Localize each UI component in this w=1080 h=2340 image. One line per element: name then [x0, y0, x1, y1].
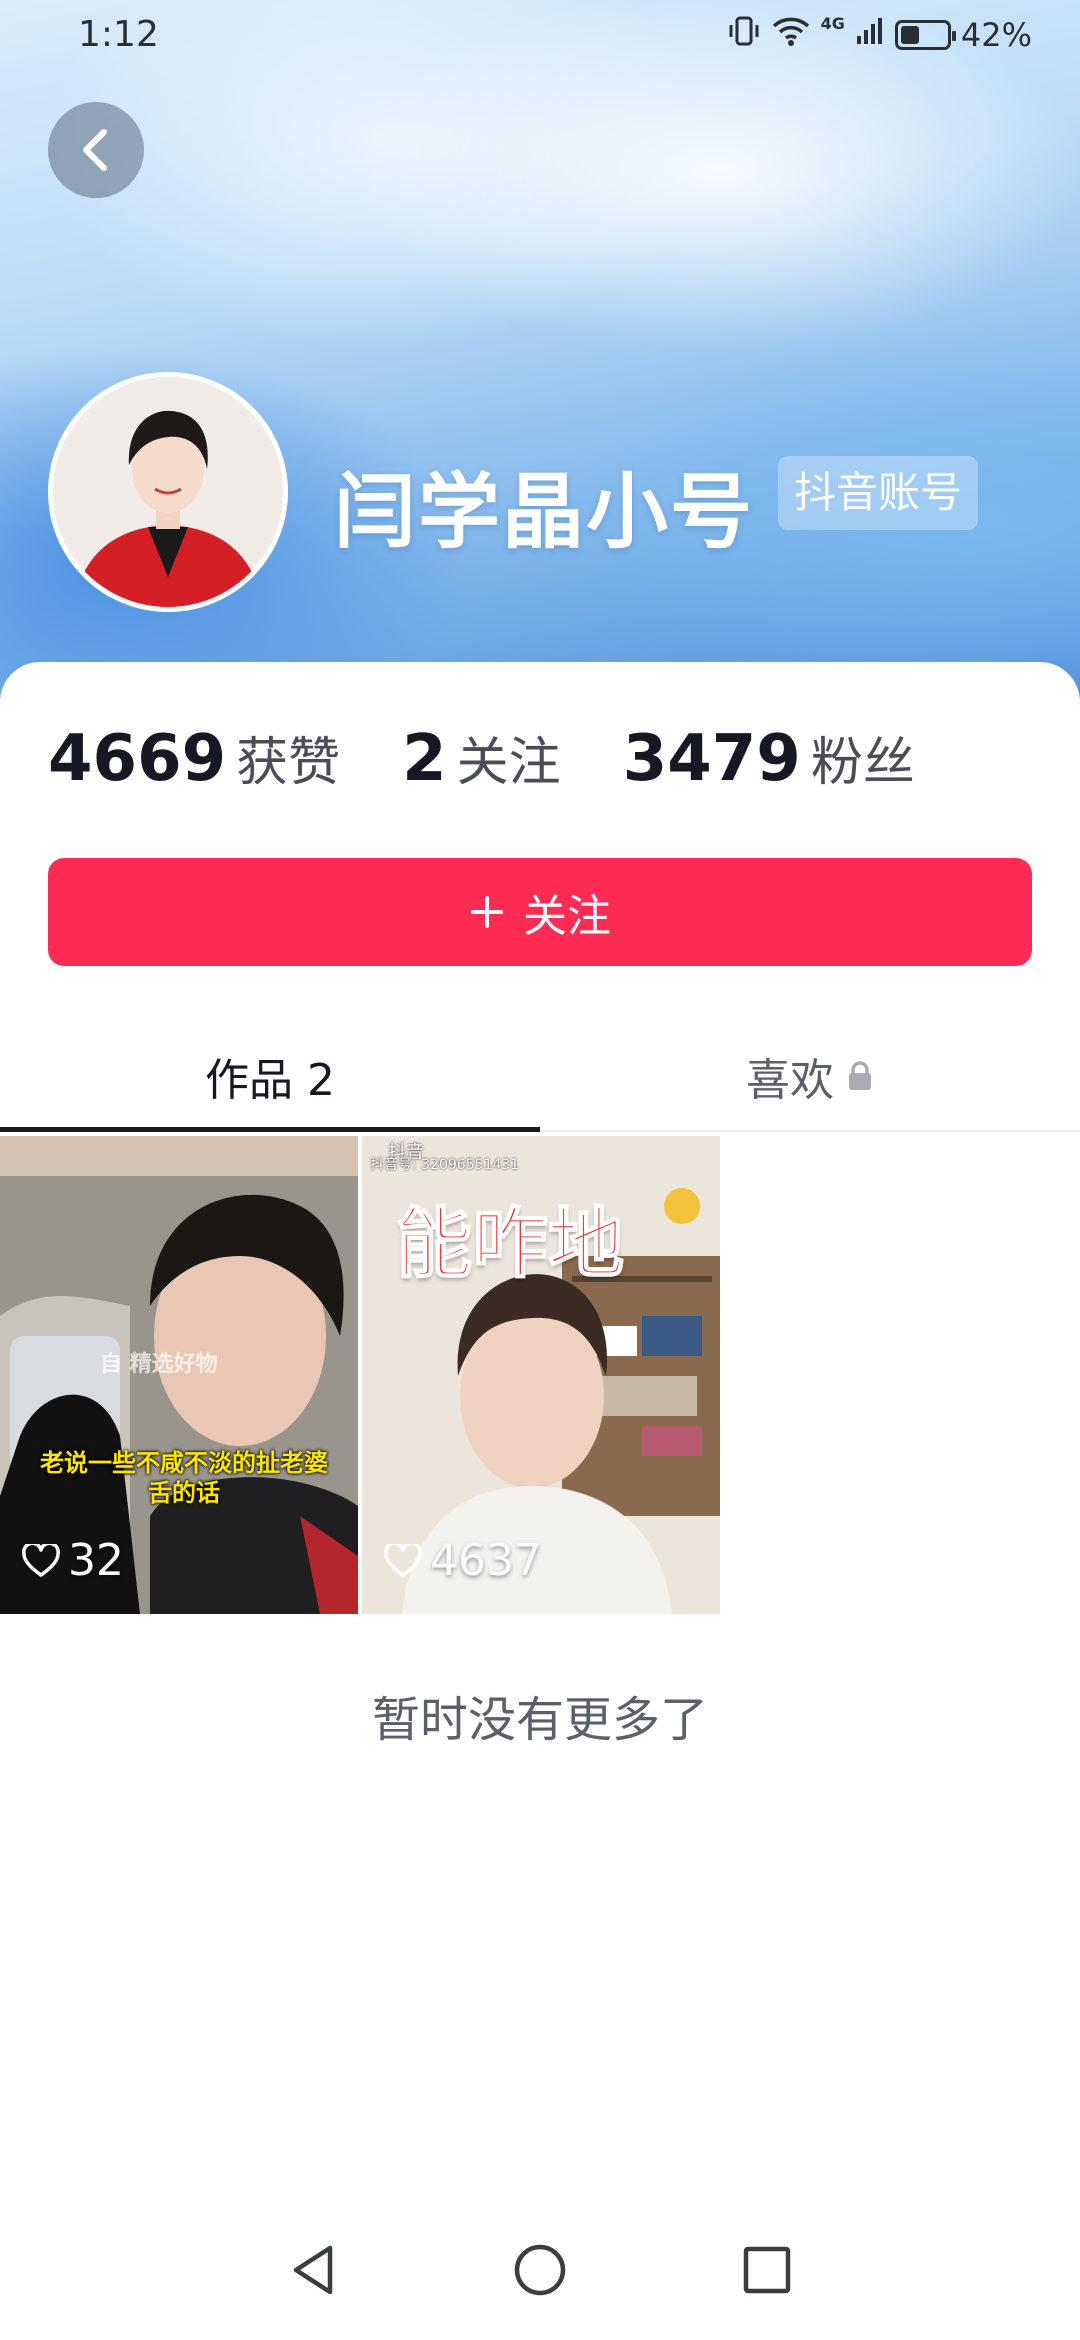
- nav-back-button[interactable]: [273, 2230, 353, 2310]
- header-background: [0, 0, 1080, 720]
- video-likes-count: 32: [68, 1535, 124, 1586]
- wifi-icon: [771, 14, 811, 56]
- stat-likes-label: 获赞: [236, 733, 341, 793]
- avatar[interactable]: [48, 372, 288, 612]
- lock-icon: [849, 1061, 871, 1090]
- stat-likes: 4669 获赞: [48, 720, 340, 796]
- video-grid: 自 精选好物 老说一些不咸不淡的扯老婆 舌的话 32 抖音 抖音号: 32096…: [0, 1136, 720, 1614]
- signal-icon: [855, 16, 885, 54]
- stat-following[interactable]: 2 关注: [402, 720, 561, 796]
- plus-icon: [471, 896, 503, 928]
- tab-likes[interactable]: 喜欢: [540, 1020, 1080, 1132]
- video-caption: 老说一些不咸不淡的扯老婆 舌的话: [24, 1448, 344, 1508]
- stat-followers-value: 3479: [622, 722, 801, 796]
- tab-works[interactable]: 作品 2: [0, 1020, 540, 1132]
- video-thumbnail[interactable]: 自 精选好物 老说一些不咸不淡的扯老婆 舌的话 32: [0, 1136, 358, 1614]
- battery-fill: [900, 26, 920, 44]
- follow-button-label: 关注: [523, 891, 611, 942]
- circle-home-icon: [514, 2244, 566, 2296]
- video-caption-line-2: 舌的话: [148, 1479, 220, 1507]
- no-more-text: 暂时没有更多了: [371, 1692, 708, 1748]
- stat-followers[interactable]: 3479 粉丝: [623, 720, 915, 796]
- video-watermark: 自 精选好物: [100, 1352, 218, 1377]
- account-badge: 抖音账号: [778, 456, 979, 530]
- system-nav-bar: [0, 2200, 1080, 2340]
- heart-icon: [384, 1543, 422, 1577]
- video-caption-line-1: 老说一些不咸不淡的扯老婆: [40, 1449, 328, 1477]
- vibrate-icon: [727, 14, 761, 56]
- tab-likes-label: 喜欢: [746, 1055, 834, 1106]
- tab-works-label: 作品 2: [205, 1055, 335, 1106]
- video-title: 能咋地: [395, 1198, 625, 1289]
- triangle-back-icon: [294, 2245, 333, 2295]
- battery-percent: 42%: [960, 16, 1032, 54]
- tab-bar: 作品 2 喜欢: [0, 1020, 1080, 1132]
- network-type: 4G: [820, 14, 845, 33]
- stat-followers-label: 粉丝: [810, 733, 915, 793]
- stat-likes-value: 4669: [48, 722, 227, 796]
- active-tab-indicator: [0, 1127, 540, 1132]
- douyin-id: 抖音号: 32096551431: [370, 1157, 520, 1173]
- battery-icon: [894, 20, 956, 50]
- nav-recents-button[interactable]: [727, 2230, 807, 2310]
- nav-home-button[interactable]: [500, 2230, 580, 2310]
- status-bar: 1:12 4G 42%: [0, 0, 1080, 72]
- video-likes: 32: [22, 1535, 124, 1586]
- video-likes-count: 4637: [430, 1535, 542, 1586]
- status-icons: 4G 42%: [727, 14, 1032, 56]
- status-time: 1:12: [78, 14, 159, 55]
- back-button[interactable]: [48, 102, 144, 198]
- heart-icon: [22, 1543, 60, 1577]
- video-thumbnail[interactable]: 抖音 抖音号: 32096551431 能咋地 4637: [362, 1136, 720, 1614]
- stats-row: 4669 获赞 2 关注 3479 粉丝: [48, 720, 977, 796]
- video-likes: 4637: [384, 1535, 542, 1586]
- stat-following-value: 2: [402, 722, 447, 796]
- follow-button[interactable]: 关注: [48, 858, 1032, 966]
- square-recents-icon: [743, 2246, 790, 2294]
- profile-name: 闫学晶小号: [334, 465, 755, 560]
- stat-following-label: 关注: [456, 733, 561, 793]
- profile-screen: 1:12 4G 42% 闫学晶小号 抖音账号 4669 获赞 2 关注 3479…: [0, 0, 1080, 2340]
- chevron-left-icon: [83, 129, 107, 171]
